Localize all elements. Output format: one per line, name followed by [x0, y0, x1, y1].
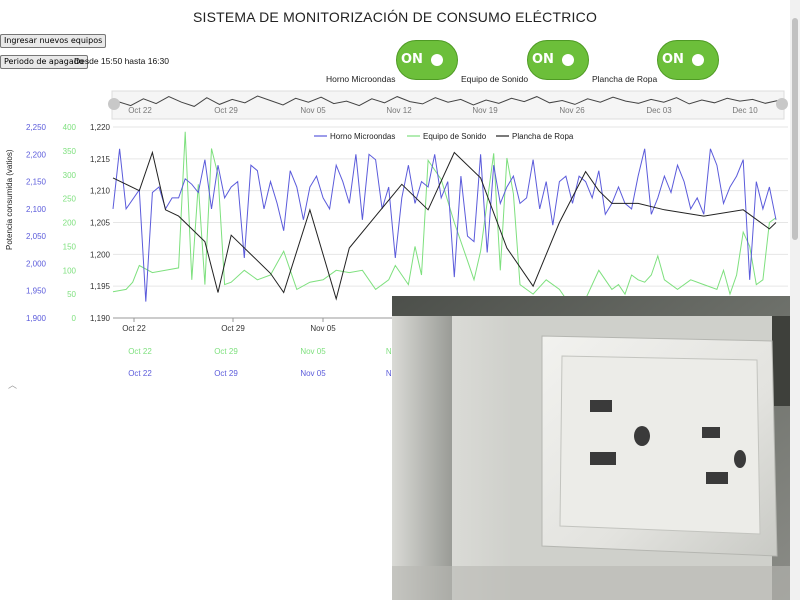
navigator-tick-label: Nov 05: [300, 106, 326, 115]
range-label-sonido: Nov 05: [300, 347, 326, 356]
axis-tick-plancha: 1,190: [90, 314, 111, 323]
axis-sonido: 400 350 300 250 200 150 100 50 0: [63, 123, 77, 323]
navigator-tick-label: Oct 22: [128, 106, 152, 115]
axis-tick-plancha: 1,215: [90, 155, 111, 164]
axis-tick-plancha: 1,195: [90, 282, 111, 291]
axis-tick-sonido: 200: [63, 219, 77, 228]
axis-tick-microondas: 1,950: [26, 287, 47, 296]
series-horno-microondas: [112, 148, 777, 302]
navigator-tick-label: Dec 10: [732, 106, 758, 115]
axis-tick-sonido: 250: [63, 195, 77, 204]
range-label-microondas: Oct 22: [128, 369, 152, 378]
scrollbar-thumb[interactable]: [792, 18, 798, 240]
legend-microondas: Horno Microondas: [330, 132, 395, 141]
y-axis-label: Potencia consumida (vatios): [5, 149, 14, 250]
range-labels-sonido: Oct 22Oct 29Nov 05Nov: [128, 347, 400, 356]
range-labels-microondas: Oct 22Oct 29Nov 05Nov: [128, 369, 400, 378]
axis-plancha: 1,220 1,215 1,210 1,205 1,200 1,195 1,190: [90, 123, 111, 323]
range-label-sonido: Oct 22: [128, 347, 152, 356]
axis-tick-microondas: 2,150: [26, 178, 47, 187]
navigator-handle-right[interactable]: [776, 98, 788, 110]
series-equipo-sonido: [112, 131, 777, 310]
axis-tick-sonido: 150: [63, 242, 77, 251]
axis-tick-microondas: 2,000: [26, 259, 47, 268]
axis-tick-plancha: 1,210: [90, 187, 111, 196]
series-plancha-ropa: [112, 150, 777, 301]
x-tick-label: Nov 05: [310, 324, 336, 333]
navigator-handle-left[interactable]: [108, 98, 120, 110]
x-tick-label: Oct 29: [221, 324, 245, 333]
axis-tick-sonido: 350: [63, 147, 77, 156]
axis-tick-sonido: 0: [72, 314, 77, 323]
collapse-icon[interactable]: ︿: [8, 378, 17, 391]
range-label-microondas: Oct 29: [214, 369, 238, 378]
chart-legend: Horno Microondas Equipo de Sonido Planch…: [314, 132, 574, 141]
axis-tick-microondas: 2,050: [26, 232, 47, 241]
legend-plancha: Plancha de Ropa: [512, 132, 574, 141]
camera-feed-image: [392, 296, 800, 600]
axis-tick-sonido: 300: [63, 171, 77, 180]
navigator-background: [111, 90, 785, 120]
axis-tick-microondas: 2,250: [26, 123, 47, 132]
axis-tick-sonido: 400: [63, 123, 77, 132]
navigator-tick-label: Oct 29: [214, 106, 238, 115]
navigator-tick-label: Dec 03: [646, 106, 672, 115]
axis-microondas: 2,250 2,200 2,150 2,100 2,050 2,000 1,950 1,900: [26, 123, 47, 323]
navigator-tick-label: Nov 12: [386, 106, 412, 115]
axis-tick-sonido: 100: [63, 266, 77, 275]
navigator-tick-label: Nov 26: [559, 106, 585, 115]
range-label-sonido: Oct 29: [214, 347, 238, 356]
legend-sonido: Equipo de Sonido: [423, 132, 487, 141]
axis-tick-plancha: 1,205: [90, 219, 111, 228]
axis-tick-plancha: 1,220: [90, 123, 111, 132]
x-tick-label: Oct 22: [122, 324, 146, 333]
axis-tick-microondas: 1,900: [26, 314, 47, 323]
axis-tick-sonido: 50: [67, 290, 76, 299]
page-scrollbar[interactable]: [790, 0, 800, 600]
navigator-tick-label: Nov 19: [472, 106, 498, 115]
axis-tick-plancha: 1,200: [90, 250, 111, 259]
axis-tick-microondas: 2,200: [26, 150, 47, 159]
range-label-microondas: Nov 05: [300, 369, 326, 378]
axis-tick-microondas: 2,100: [26, 205, 47, 214]
